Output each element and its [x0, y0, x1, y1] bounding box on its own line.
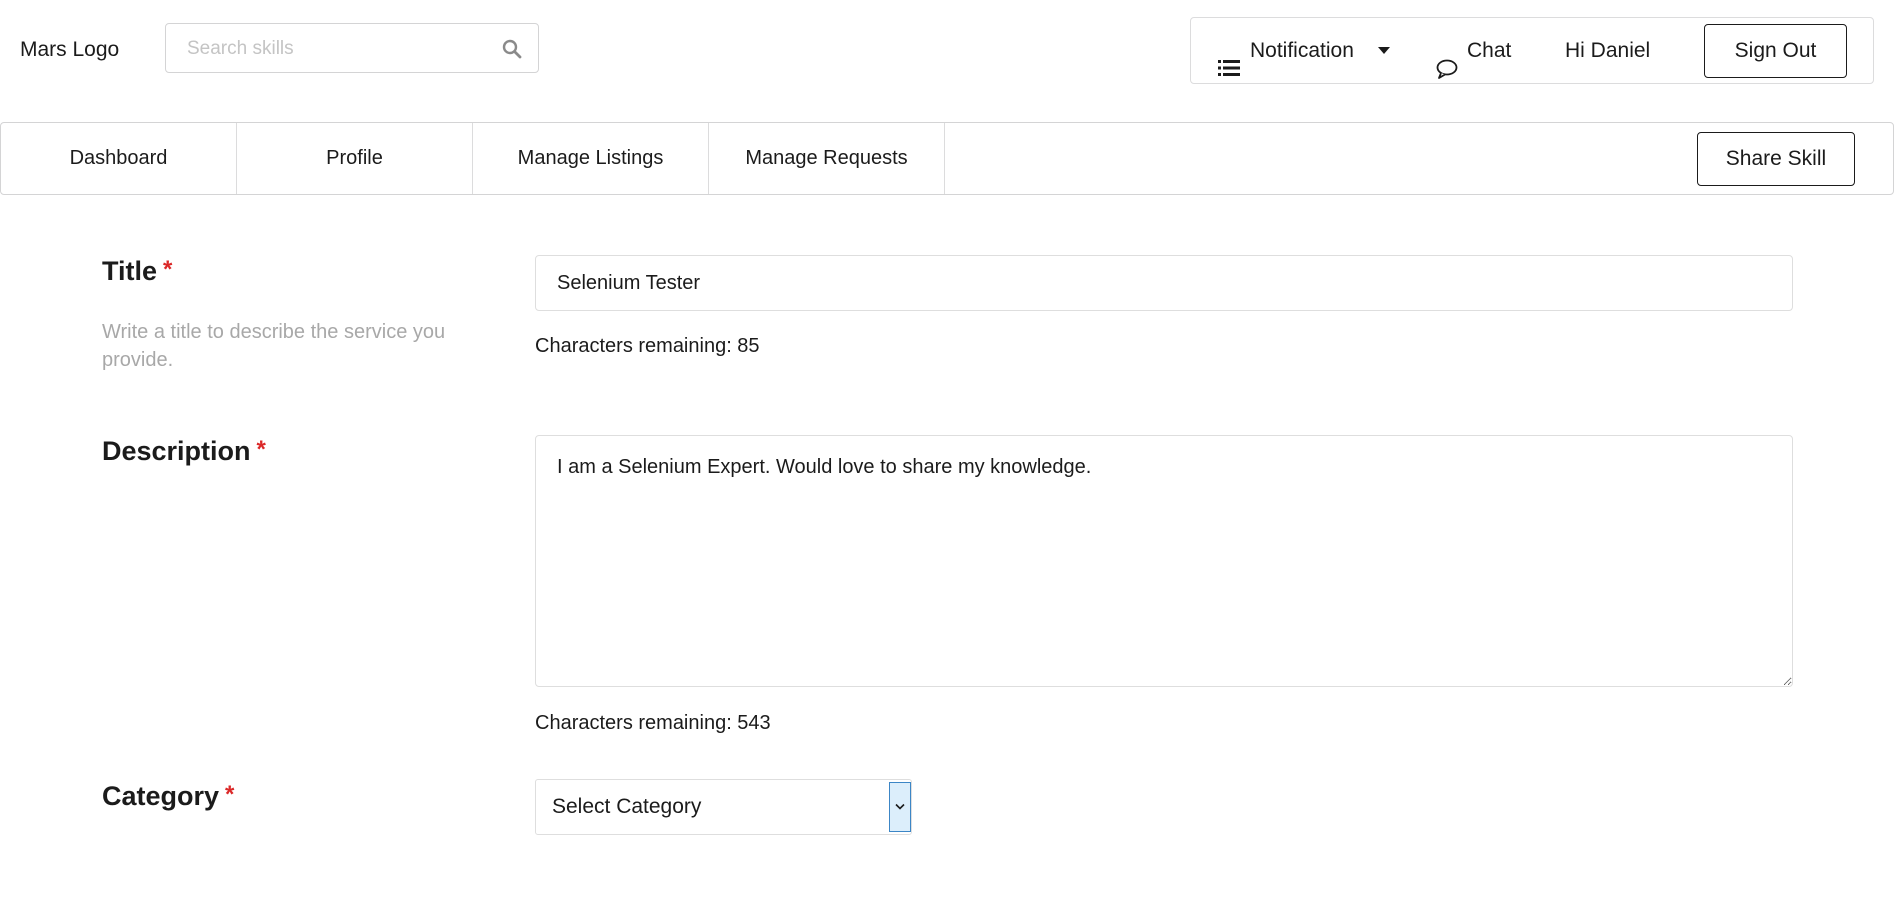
title-helper-text: Write a title to describe the service yo… [102, 321, 446, 371]
search-icon[interactable] [502, 39, 522, 59]
search-box [165, 23, 539, 74]
description-characters-remaining: Characters remaining: 543 [535, 712, 771, 734]
title-label: Title * [102, 256, 172, 287]
chat-label: Chat [1467, 39, 1512, 62]
description-label: Description * [102, 436, 266, 467]
sign-out-button[interactable]: Sign Out [1704, 24, 1847, 78]
tab-manage-requests[interactable]: Manage Requests [709, 123, 945, 194]
description-label-text: Description [102, 436, 251, 466]
required-mark: * [225, 781, 235, 808]
tab-dashboard[interactable]: Dashboard [1, 123, 237, 194]
top-menu: Notification Chat Hi Daniel Sign Out [1190, 17, 1874, 84]
share-skill-button[interactable]: Share Skill [1697, 132, 1855, 186]
tab-manage-listings[interactable]: Manage Listings [473, 123, 709, 194]
category-selected-value: Select Category [552, 795, 702, 818]
notification-label: Notification [1250, 39, 1354, 62]
category-select[interactable]: Select Category [535, 779, 912, 835]
list-icon [1218, 39, 1240, 76]
main-nav: Dashboard Profile Manage Listings Manage… [0, 122, 1894, 195]
category-label: Category * [102, 781, 234, 812]
caret-down-icon [1378, 47, 1390, 54]
search-input[interactable] [185, 24, 489, 74]
title-characters-remaining: Characters remaining: 85 [535, 335, 760, 357]
title-input[interactable] [535, 255, 1793, 311]
category-label-text: Category [102, 781, 220, 811]
user-greeting[interactable]: Hi Daniel [1565, 18, 1650, 83]
required-mark: * [163, 256, 173, 283]
tab-profile[interactable]: Profile [237, 123, 473, 194]
chevron-down-icon[interactable] [889, 782, 911, 832]
site-logo[interactable]: Mars Logo [20, 38, 119, 62]
chat-icon [1436, 40, 1458, 79]
title-label-text: Title [102, 256, 158, 286]
description-textarea[interactable]: I am a Selenium Expert. Would love to sh… [535, 435, 1793, 687]
required-mark: * [256, 436, 266, 463]
